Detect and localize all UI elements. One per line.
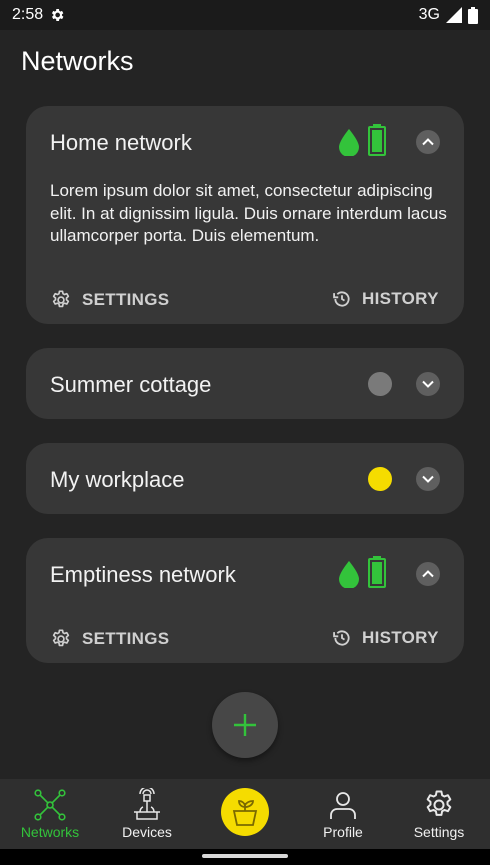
chevron-down-icon — [422, 380, 434, 388]
nav-plant-button[interactable] — [221, 788, 269, 836]
devices-icon — [134, 788, 160, 820]
water-drop-icon — [339, 129, 359, 156]
status-bar: 2:58 3G — [0, 0, 490, 30]
network-card[interactable]: Home network Lorem ipsum dolor sit amet,… — [26, 106, 464, 324]
history-button[interactable]: HISTORY — [332, 628, 439, 648]
network-type: 3G — [418, 6, 440, 23]
expand-button[interactable] — [416, 467, 440, 491]
history-button[interactable]: HISTORY — [332, 289, 439, 309]
expand-button[interactable] — [416, 372, 440, 396]
nav-label: Settings — [413, 824, 465, 840]
network-title: My workplace — [50, 467, 185, 492]
page-title: Networks — [21, 46, 134, 76]
status-indicator — [368, 467, 392, 491]
nav-profile[interactable]: Profile — [294, 779, 392, 849]
plus-icon — [234, 714, 256, 736]
gear-icon — [52, 629, 70, 647]
nav-devices[interactable]: Devices — [98, 779, 196, 849]
network-card[interactable]: Summer cottage — [26, 348, 464, 419]
settings-label: SETTINGS — [82, 629, 170, 648]
settings-button[interactable]: SETTINGS — [50, 289, 169, 311]
history-label: HISTORY — [362, 628, 439, 647]
settings-label: SETTINGS — [82, 290, 170, 309]
network-description: Lorem ipsum dolor sit amet, consectetur … — [50, 181, 447, 245]
network-icon — [34, 789, 66, 821]
add-network-button[interactable] — [212, 692, 278, 758]
battery-icon — [368, 124, 386, 156]
plant-pot-icon — [232, 800, 258, 826]
history-icon — [333, 291, 350, 307]
chevron-up-icon — [422, 570, 434, 578]
battery-status-icon — [468, 6, 478, 24]
person-icon — [330, 792, 356, 819]
history-icon — [333, 630, 350, 646]
collapse-button[interactable] — [416, 130, 440, 154]
network-title: Emptiness network — [50, 562, 236, 587]
bottom-navigation: Networks Devices Profile Settings — [0, 779, 490, 849]
chevron-down-icon — [422, 475, 434, 483]
nav-label: Profile — [323, 824, 363, 840]
nav-networks[interactable]: Networks — [1, 779, 99, 849]
network-card[interactable]: Emptiness network SETTINGS HISTORY — [26, 538, 464, 663]
water-drop-icon — [339, 561, 359, 588]
status-time: 2:58 — [12, 6, 44, 23]
nav-label: Devices — [122, 824, 172, 840]
collapse-button[interactable] — [416, 562, 440, 586]
signal-icon — [446, 7, 462, 23]
gesture-area — [0, 849, 490, 865]
gear-icon — [426, 790, 452, 816]
network-card[interactable]: My workplace — [26, 443, 464, 514]
gear-icon — [52, 290, 70, 308]
gear-icon — [52, 9, 64, 21]
status-indicator — [368, 372, 392, 396]
nav-label: Networks — [20, 824, 80, 840]
history-label: HISTORY — [362, 289, 439, 308]
battery-icon — [368, 556, 386, 588]
network-title: Summer cottage — [50, 372, 212, 397]
chevron-up-icon — [422, 138, 434, 146]
nav-settings[interactable]: Settings — [390, 779, 488, 849]
home-gesture-handle[interactable] — [202, 854, 288, 858]
settings-button[interactable]: SETTINGS — [50, 628, 169, 650]
network-title: Home network — [50, 130, 192, 155]
